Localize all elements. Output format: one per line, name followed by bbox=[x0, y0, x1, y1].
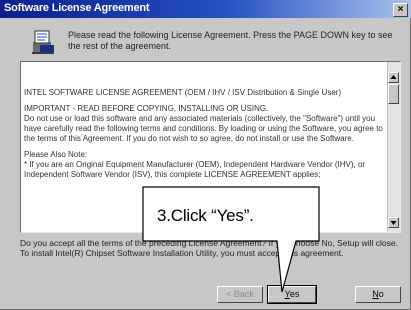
title-bar[interactable]: Software License Agreement × bbox=[0, 0, 411, 18]
license-agreement-icon bbox=[32, 30, 54, 54]
window-title: Software License Agreement bbox=[4, 2, 150, 14]
license-heading: INTEL SOFTWARE LICENSE AGREEMENT (OEM / … bbox=[24, 88, 342, 97]
license-body: Do not use or load this software and any… bbox=[24, 114, 383, 143]
no-label-rest: o bbox=[378, 289, 384, 299]
license-note-label: Please Also Note: bbox=[24, 150, 88, 159]
accept-question: Do you accept all the terms of the prece… bbox=[20, 238, 398, 258]
no-button[interactable]: No bbox=[355, 286, 401, 303]
close-icon: × bbox=[397, 4, 404, 15]
callout-text: 3.Click “Yes”. bbox=[157, 206, 254, 225]
license-dialog: Software License Agreement × Please read… bbox=[0, 0, 411, 310]
license-note-body: * If you are an Original Equipment Manuf… bbox=[24, 160, 366, 179]
yes-button[interactable]: Yes bbox=[267, 285, 317, 304]
close-button[interactable]: × bbox=[393, 3, 408, 17]
yes-label-rest: es bbox=[289, 289, 300, 299]
arrow-down-icon bbox=[390, 221, 397, 225]
scroll-up-button[interactable] bbox=[388, 72, 399, 83]
license-scrollbar[interactable] bbox=[387, 62, 400, 232]
intro-text: Please read the following License Agreem… bbox=[68, 30, 393, 51]
license-important: IMPORTANT - READ BEFORE COPYING, INSTALL… bbox=[24, 104, 269, 113]
scroll-down-button[interactable] bbox=[388, 217, 399, 228]
license-text: INTEL SOFTWARE LICENSE AGREEMENT (OEM / … bbox=[24, 88, 386, 186]
back-button[interactable]: < Back bbox=[217, 286, 263, 303]
scroll-thumb[interactable] bbox=[388, 84, 399, 104]
arrow-up-icon bbox=[390, 75, 397, 79]
